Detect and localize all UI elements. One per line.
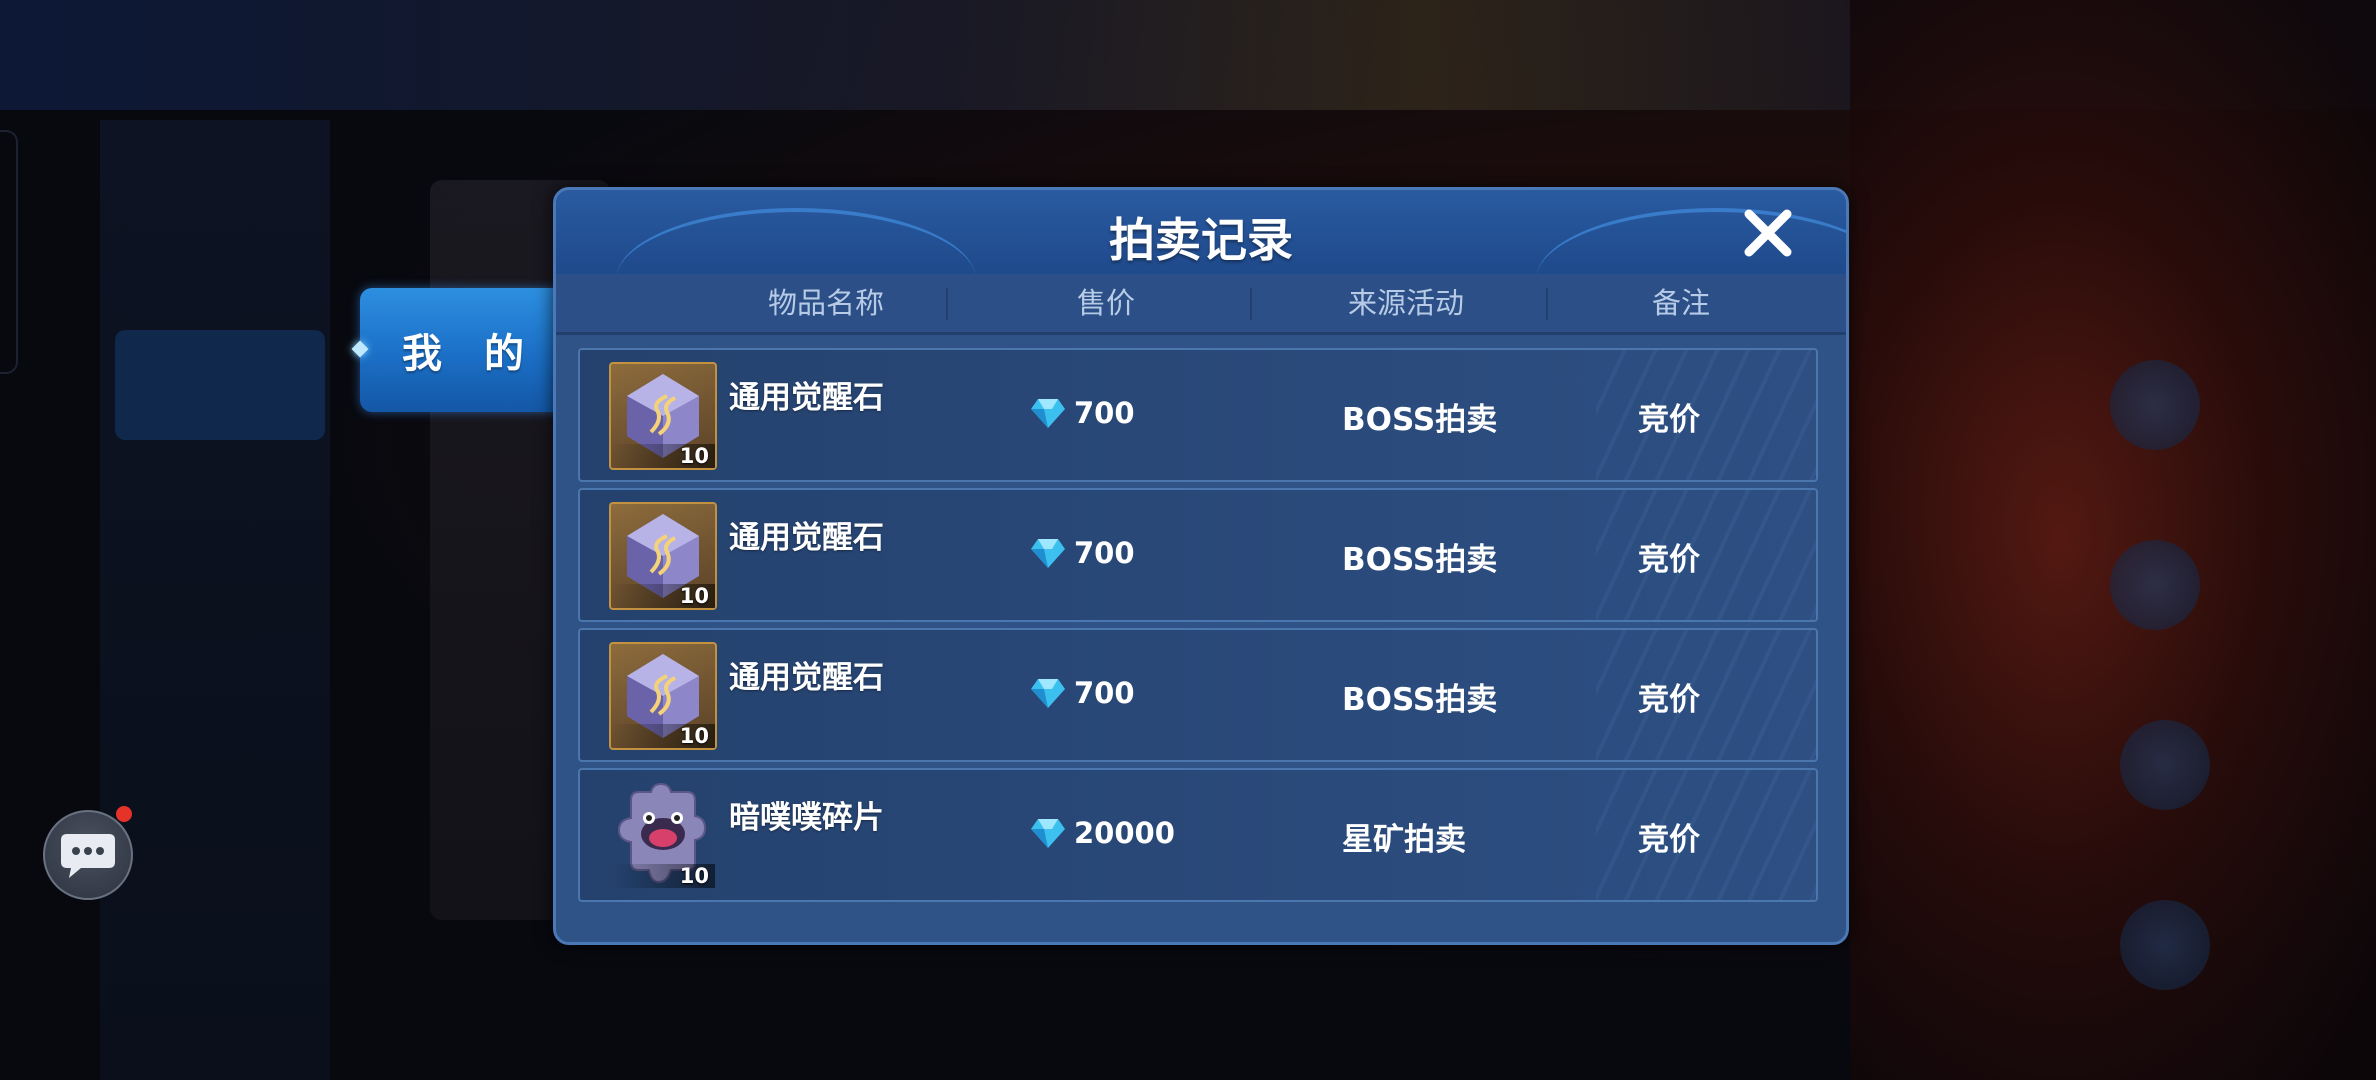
item-count: 10: [679, 864, 709, 888]
close-icon: [1744, 209, 1792, 257]
background-skill-icon: [2110, 540, 2200, 630]
item-count: 10: [679, 444, 709, 468]
item-source: BOSS拍卖: [1342, 402, 1498, 438]
price-value: 700: [1074, 536, 1135, 570]
column-source: 来源活动: [1347, 286, 1464, 320]
item-note: 竞价: [1638, 542, 1700, 578]
notification-dot: [116, 806, 132, 822]
awakening-stone-icon[interactable]: 10: [609, 642, 717, 750]
background-skill-icon: [2120, 720, 2210, 810]
dialog-title: 拍卖记录: [1109, 213, 1293, 267]
item-count: 10: [679, 584, 709, 608]
price-value: 700: [1074, 676, 1135, 710]
item-price: 700: [1030, 396, 1135, 430]
row-decoration: [1596, 770, 1816, 900]
column-price: 售价: [1076, 286, 1135, 320]
awakening-stone-icon[interactable]: 10: [609, 502, 717, 610]
item-source: 星矿拍卖: [1342, 822, 1466, 858]
dark-pupu-fragment-icon[interactable]: 10: [609, 782, 717, 890]
item-note: 竞价: [1638, 822, 1700, 858]
item-name: 通用觉醒石: [729, 380, 884, 416]
item-price: 700: [1030, 536, 1135, 570]
row-decoration: [1596, 490, 1816, 620]
background-sidebar: [100, 120, 330, 1080]
item-count: 10: [679, 724, 709, 748]
item-name: 通用觉醒石: [729, 520, 884, 556]
tab-mine[interactable]: 我 的: [351, 288, 560, 412]
record-row[interactable]: 10 通用觉醒石 700 BOSS拍卖 竞价: [578, 488, 1818, 622]
column-separator: [946, 288, 948, 320]
diamond-icon: [1031, 539, 1065, 568]
diamond-icon: [1031, 819, 1065, 848]
left-edge-handle: [0, 130, 18, 374]
record-row[interactable]: 10 暗噗噗碎片 20000 星矿拍卖 竞价: [578, 768, 1818, 902]
column-separator: [1250, 288, 1252, 320]
row-decoration: [1596, 630, 1816, 760]
price-value: 20000: [1074, 816, 1175, 850]
item-note: 竞价: [1638, 682, 1700, 718]
chat-bubble-icon: [61, 834, 115, 878]
record-row[interactable]: 10 通用觉醒石 700 BOSS拍卖 竞价: [578, 348, 1818, 482]
item-source: BOSS拍卖: [1342, 682, 1498, 718]
background-skill-icon: [2120, 900, 2210, 990]
item-price: 20000: [1030, 816, 1175, 850]
column-separator: [1546, 288, 1548, 320]
diamond-icon: [1031, 679, 1065, 708]
item-name: 暗噗噗碎片: [729, 800, 884, 836]
awakening-stone-icon[interactable]: 10: [609, 362, 717, 470]
column-header: 物品名称 售价 来源活动 备注: [556, 274, 1846, 335]
diamond-icon: [1031, 399, 1065, 428]
close-button[interactable]: [1739, 204, 1797, 262]
background-sidebar-active: [115, 330, 325, 440]
dialog-header: 拍卖记录: [556, 190, 1846, 274]
chat-button[interactable]: [43, 810, 133, 900]
tab-mine-label: 我 的: [402, 331, 538, 377]
background-character-art: [1850, 0, 2376, 1080]
background-skill-icon: [2110, 360, 2200, 450]
item-name: 通用觉醒石: [729, 660, 884, 696]
item-price: 700: [1030, 676, 1135, 710]
item-note: 竞价: [1638, 402, 1700, 438]
item-source: BOSS拍卖: [1342, 542, 1498, 578]
record-row[interactable]: 10 通用觉醒石 700 BOSS拍卖 竞价: [578, 628, 1818, 762]
auction-record-dialog: 拍卖记录 物品名称 售价 来源活动 备注 10 通用觉醒石 700 BOSS拍卖…: [553, 187, 1849, 945]
row-decoration: [1596, 350, 1816, 480]
price-value: 700: [1074, 396, 1135, 430]
column-item-name: 物品名称: [767, 286, 884, 320]
column-note: 备注: [1651, 286, 1710, 320]
